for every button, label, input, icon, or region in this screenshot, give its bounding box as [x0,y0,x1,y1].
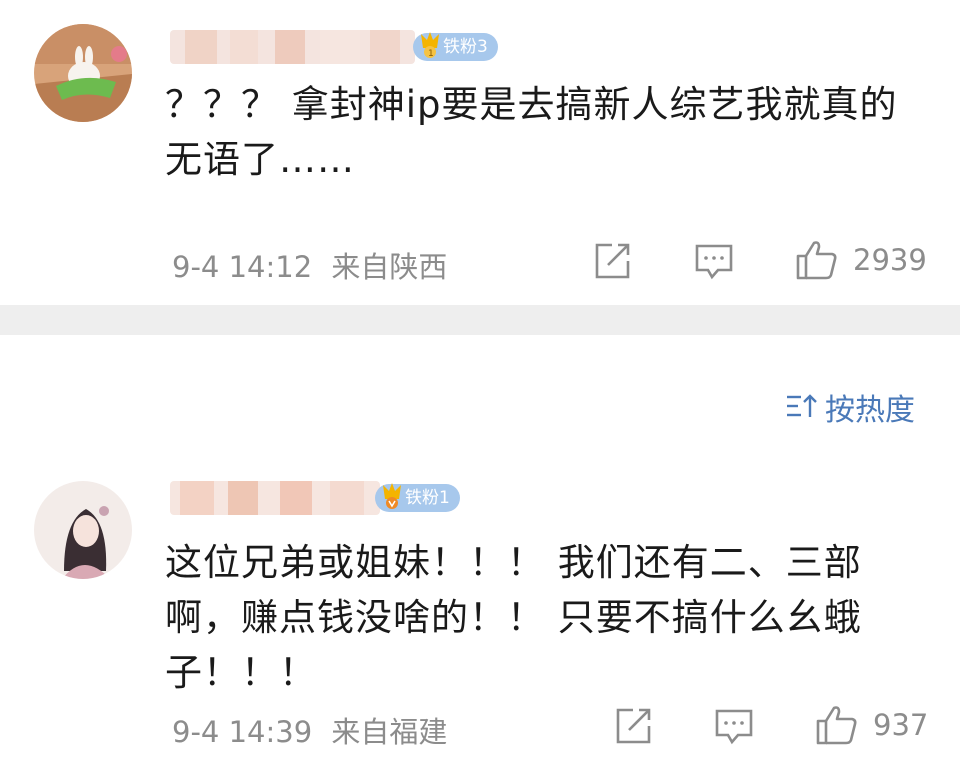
comment-text-line: 这位兄弟或姐妹！！！ 我们还有二、三部 [165,541,862,584]
comment-text-line: 子！！！ [165,651,317,694]
section-divider [0,305,960,335]
comment-icon [695,244,733,280]
like-button[interactable]: 2939 [795,238,935,282]
badge-label: 铁粉3 [443,37,488,57]
comment-text-line: ？？？ 拿封神ip要是去搞新人综艺我就真的 [165,83,898,126]
crown-icon [383,483,401,509]
comment-item: 1 铁粉3 ？？？ 拿封神ip要是去搞新人综艺我就真的 无语了…… 9-4 14… [0,0,960,305]
like-count: 2939 [853,243,927,277]
share-icon [595,243,630,279]
reply-button[interactable] [694,241,738,285]
comment-meta: 9-4 14:12 来自陕西 [172,244,457,286]
comment-date: 9-4 14:12 [172,250,313,284]
comment-date: 9-4 14:39 [172,715,313,749]
comment-text: 这位兄弟或姐妹！！！ 我们还有二、三部 啊，赚点钱没啥的！！ 只要不搞什么幺蛾 … [165,535,925,700]
thumbs-up-icon [796,241,837,280]
comment-location: 来自福建 [331,715,448,749]
fan-badge[interactable]: 1 铁粉3 [413,32,498,61]
username-blurred[interactable] [170,30,415,64]
share-button[interactable] [592,241,636,285]
comment-meta: 9-4 14:39 来自福建 [172,709,457,751]
share-icon [616,708,651,744]
svg-text:1: 1 [428,49,434,59]
crown-icon: 1 [421,32,439,59]
comment-text-line: 无语了…… [165,138,355,181]
comment-icon [715,709,753,745]
sort-label: 按热度 [825,393,915,428]
comment-text: ？？？ 拿封神ip要是去搞新人综艺我就真的 无语了…… [165,77,935,187]
username-blurred[interactable] [170,481,380,515]
comment-text-line: 啊，赚点钱没啥的！！ 只要不搞什么幺蛾 [165,596,862,639]
fan-badge[interactable]: 铁粉1 [375,483,460,512]
reply-button[interactable] [714,706,758,750]
thumbs-up-icon [816,706,857,745]
like-count: 937 [873,708,929,742]
sort-icon [787,394,817,417]
badge-label: 铁粉1 [405,488,450,508]
avatar[interactable] [34,24,132,122]
like-button[interactable]: 937 [815,703,945,747]
comment-location: 来自陕西 [331,250,448,284]
comment-item: 铁粉1 这位兄弟或姐妹！！！ 我们还有二、三部 啊，赚点钱没啥的！！ 只要不搞什… [0,455,960,769]
share-button[interactable] [613,706,657,750]
avatar[interactable] [34,481,132,579]
